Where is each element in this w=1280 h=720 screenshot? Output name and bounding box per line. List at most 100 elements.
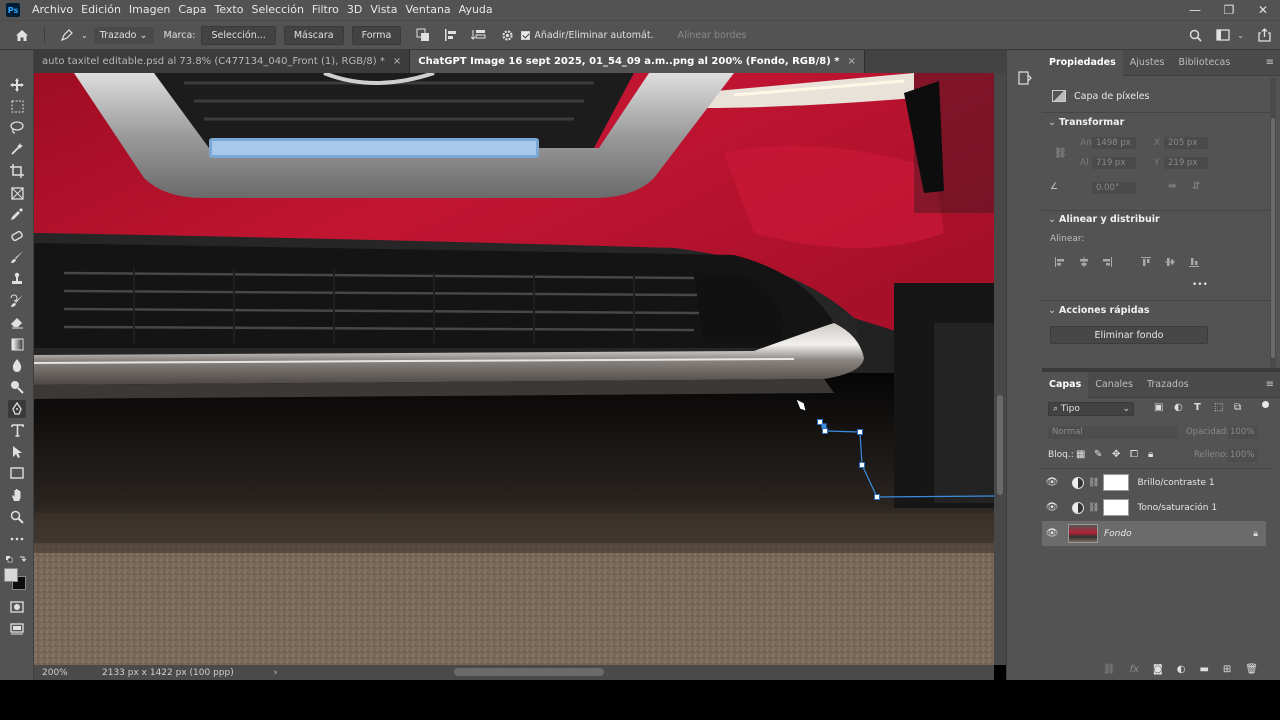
layer-name[interactable]: Tono/saturación 1 (1137, 503, 1217, 513)
vertical-scrollbar[interactable] (994, 73, 1006, 665)
preset-chevron-icon[interactable]: ⌄ (81, 31, 88, 40)
crop-tool-icon[interactable] (8, 162, 26, 180)
lock-all-icon[interactable]: 🔒︎ (1148, 449, 1153, 460)
gradient-tool-icon[interactable] (8, 335, 26, 353)
restore-button[interactable]: ❐ (1212, 3, 1246, 17)
menu-ayuda[interactable]: Ayuda (455, 0, 497, 20)
flip-horizontal-icon[interactable]: ⇹ (1168, 181, 1176, 192)
workspace-chevron-icon[interactable]: ⌄ (1237, 31, 1244, 40)
layer-mask-thumbnail[interactable] (1103, 474, 1130, 491)
mask-button[interactable]: Máscara (283, 25, 344, 45)
filter-pixel-icon[interactable]: ▣ (1154, 402, 1163, 413)
minimize-button[interactable]: — (1178, 3, 1212, 17)
menu-seleccion[interactable]: Selección (247, 0, 307, 20)
filter-type-icon[interactable]: T (1194, 402, 1201, 413)
quick-actions-section-title[interactable]: Acciones rápidas (1042, 305, 1150, 316)
pen-tool-icon[interactable] (8, 400, 26, 418)
zoom-level[interactable]: 200% (42, 668, 102, 678)
path-arrangement-icon[interactable] (471, 27, 487, 43)
align-center-v-icon[interactable] (1164, 256, 1176, 268)
document-canvas[interactable] (34, 73, 994, 665)
auto-add-delete-checkbox[interactable] (521, 30, 531, 40)
properties-scrollbar-thumb[interactable] (1271, 118, 1275, 358)
brush-tool-icon[interactable] (8, 248, 26, 266)
menu-3d[interactable]: 3D (343, 0, 366, 20)
scrollbar-thumb[interactable] (997, 395, 1003, 495)
status-menu-arrow[interactable]: › (274, 668, 278, 678)
pen-tool-preset-icon[interactable] (59, 27, 75, 43)
menu-filtro[interactable]: Filtro (308, 0, 343, 20)
lock-transparent-icon[interactable]: ▦ (1076, 449, 1085, 460)
healing-brush-tool-icon[interactable] (8, 227, 26, 245)
visibility-eye-icon[interactable]: 👁︎ (1042, 477, 1062, 488)
layer-name[interactable]: Brillo/contraste 1 (1137, 478, 1214, 488)
align-top-icon[interactable] (1140, 256, 1152, 268)
marquee-tool-icon[interactable] (8, 97, 26, 115)
layer-name[interactable]: Fondo (1104, 529, 1132, 539)
new-adjustment-icon[interactable]: ◐ (1177, 664, 1186, 675)
type-tool-icon[interactable] (8, 421, 26, 439)
transform-section-title[interactable]: Transformar (1042, 117, 1124, 128)
properties-scrollbar[interactable] (1270, 78, 1276, 368)
eraser-tool-icon[interactable] (8, 313, 26, 331)
clone-stamp-tool-icon[interactable] (8, 270, 26, 288)
zoom-tool-icon[interactable] (8, 508, 26, 526)
menu-texto[interactable]: Texto (211, 0, 248, 20)
tab-paths[interactable]: Trazados (1140, 372, 1196, 398)
path-operations-icon[interactable] (415, 27, 431, 43)
remove-background-button[interactable]: Eliminar fondo (1050, 326, 1208, 344)
lasso-tool-icon[interactable] (8, 118, 26, 136)
horizontal-scrollbar-thumb[interactable] (454, 668, 604, 676)
filter-toggle-icon[interactable] (1262, 401, 1269, 408)
frame-tool-icon[interactable] (8, 184, 26, 202)
close-tab-icon[interactable]: × (393, 56, 401, 67)
tab-properties[interactable]: Propiedades (1042, 49, 1123, 76)
gear-icon[interactable] (499, 27, 515, 43)
layer-row[interactable]: 👁︎ ⛓ Tono/saturación 1 (1042, 495, 1266, 520)
layer-thumbnail[interactable] (1068, 524, 1098, 543)
panel-menu-icon[interactable]: ≡ (1266, 57, 1274, 68)
tab-document-2[interactable]: ChatGPT Image 16 sept 2025, 01_54_09 a.m… (410, 50, 865, 73)
link-proportions-icon[interactable]: ⛓ (1054, 148, 1067, 159)
history-panel-icon[interactable] (1017, 70, 1033, 86)
flip-vertical-icon[interactable]: ⇵ (1192, 181, 1200, 192)
close-window-button[interactable]: ✕ (1246, 3, 1280, 17)
blur-tool-icon[interactable] (8, 356, 26, 374)
hand-tool-icon[interactable] (8, 486, 26, 504)
lock-position-icon[interactable]: ✥ (1112, 449, 1120, 460)
align-right-icon[interactable] (1101, 256, 1113, 268)
search-icon[interactable] (1187, 27, 1203, 43)
path-alignment-icon[interactable] (443, 27, 459, 43)
filter-adjustment-icon[interactable]: ◐ (1174, 402, 1183, 413)
visibility-eye-icon[interactable]: 👁︎ (1042, 528, 1062, 539)
add-mask-icon[interactable]: ◙ (1153, 664, 1163, 675)
tab-layers[interactable]: Capas (1042, 371, 1089, 398)
dodge-tool-icon[interactable] (8, 378, 26, 396)
layer-row-selected[interactable]: 👁︎ Fondo 🔒︎ (1042, 521, 1266, 546)
layer-row[interactable]: 👁︎ ⛓ Brillo/contraste 1 (1042, 470, 1266, 495)
history-brush-tool-icon[interactable] (8, 292, 26, 310)
rectangle-tool-icon[interactable] (8, 464, 26, 482)
align-section-title[interactable]: Alinear y distribuir (1042, 214, 1160, 225)
shape-button[interactable]: Forma (351, 25, 402, 45)
menu-vista[interactable]: Vista (366, 0, 401, 20)
close-tab-icon[interactable]: × (848, 56, 856, 67)
panel-menu-icon[interactable]: ≡ (1266, 379, 1274, 390)
quick-mask-icon[interactable] (8, 598, 26, 616)
workspace-icon[interactable] (1215, 27, 1231, 43)
screen-mode-icon[interactable] (8, 620, 26, 638)
new-layer-icon[interactable]: ⊞ (1223, 664, 1231, 675)
menu-ventana[interactable]: Ventana (401, 0, 454, 20)
align-left-icon[interactable] (1054, 256, 1066, 268)
menu-edicion[interactable]: Edición (77, 0, 125, 20)
lock-artboard-icon[interactable]: ⧠ (1130, 449, 1138, 460)
lock-icon[interactable]: 🔒︎ (1253, 529, 1258, 539)
selection-button[interactable]: Selección... (201, 25, 276, 45)
align-center-h-icon[interactable] (1078, 256, 1090, 268)
more-options-icon[interactable]: ••• (1192, 280, 1208, 290)
filter-shape-icon[interactable]: ⬚ (1214, 402, 1223, 413)
tab-channels[interactable]: Canales (1088, 372, 1140, 398)
layer-filter-dropdown[interactable]: ⌕ Tipo ⌄ (1048, 402, 1134, 416)
layer-style-icon[interactable]: fx (1130, 664, 1139, 675)
menu-archivo[interactable]: Archivo (28, 0, 77, 20)
